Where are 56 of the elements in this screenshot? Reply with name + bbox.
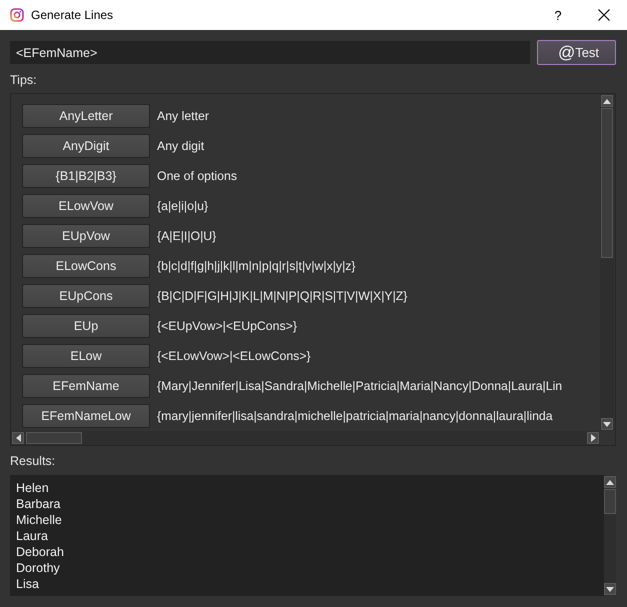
token-button[interactable]: AnyLetter (22, 104, 150, 128)
scroll-up-button[interactable] (601, 95, 613, 107)
triangle-right-icon (590, 434, 596, 442)
scroll-left-button[interactable] (12, 432, 24, 444)
result-line: Deborah (16, 544, 64, 560)
help-button[interactable]: ? (535, 0, 581, 30)
window-title: Generate Lines (31, 8, 114, 22)
token-button[interactable]: EUpCons (22, 284, 150, 308)
token-button[interactable]: EUpVow (22, 224, 150, 248)
scroll-down-button[interactable] (604, 583, 616, 595)
token-button[interactable]: EFemName (22, 374, 150, 398)
token-button[interactable]: AnyDigit (22, 134, 150, 158)
scrollbar-track[interactable] (11, 431, 600, 445)
token-description: {b|c|d|f|g|h|j|k|l|m|n|p|q|r|s|t|v|w|x|y|z} (157, 259, 356, 273)
result-line: Barbara (16, 496, 60, 512)
tips-label: Tips: (10, 73, 37, 88)
triangle-up-icon (603, 98, 611, 104)
token-description: {<ELowVow>|<ELowCons>} (157, 349, 311, 363)
results-box[interactable]: Helen Barbara Michelle Laura Deborah Dorothy Lisa (10, 475, 616, 596)
test-button[interactable]: @Test (537, 40, 616, 65)
token-button[interactable]: EFemNameLow (22, 404, 150, 428)
result-line: Lisa (16, 576, 39, 592)
scrollbar-thumb[interactable] (604, 489, 616, 514)
token-description: {B|C|D|F|G|H|J|K|L|M|N|P|Q|R|S|T|V|W|X|Y|Z} (157, 289, 408, 303)
token-description: Any digit (157, 139, 204, 153)
triangle-up-icon (606, 480, 614, 484)
token-description: {a|e|i|o|u} (157, 199, 208, 213)
scroll-down-button[interactable] (601, 418, 613, 430)
token-button[interactable]: {B1|B2|B3} (22, 164, 150, 188)
camera-icon (10, 8, 24, 22)
triangle-down-icon (606, 586, 614, 592)
result-line: Laura (16, 528, 48, 544)
token-description: {Mary|Jennifer|Lisa|Sandra|Michelle|Patricia|Maria|Nancy|Donna|Laura|Lin (157, 379, 562, 393)
token-button[interactable]: ELowCons (22, 254, 150, 278)
pattern-field[interactable]: <EFemName> (10, 41, 530, 64)
token-button[interactable]: ELowVow (22, 194, 150, 218)
close-icon (598, 9, 610, 21)
scrollbar-track[interactable] (600, 94, 614, 431)
triangle-left-icon (16, 434, 20, 442)
triangle-down-icon (603, 422, 611, 426)
token-description: {A|E|I|O|U} (157, 229, 216, 243)
scroll-up-button[interactable] (604, 476, 616, 488)
results-label: Results: (10, 454, 56, 469)
scrollbar-track[interactable] (604, 475, 616, 596)
result-line: Dorothy (16, 560, 60, 576)
scrollbar-thumb[interactable] (26, 432, 82, 444)
token-button[interactable]: EUp (22, 314, 150, 338)
scrollbar-thumb[interactable] (601, 108, 613, 258)
result-line: Helen (16, 480, 49, 496)
token-description: {mary|jennifer|lisa|sandra|michelle|patricia|maria|nancy|donna|laura|linda (157, 409, 553, 423)
token-description: {<EUpVow>|<EUpCons>} (157, 319, 297, 333)
result-line: Michelle (16, 512, 62, 528)
scroll-right-button[interactable] (587, 432, 599, 444)
token-description: Any letter (157, 109, 209, 123)
token-button[interactable]: ELow (22, 344, 150, 368)
token-description: One of options (157, 169, 237, 183)
